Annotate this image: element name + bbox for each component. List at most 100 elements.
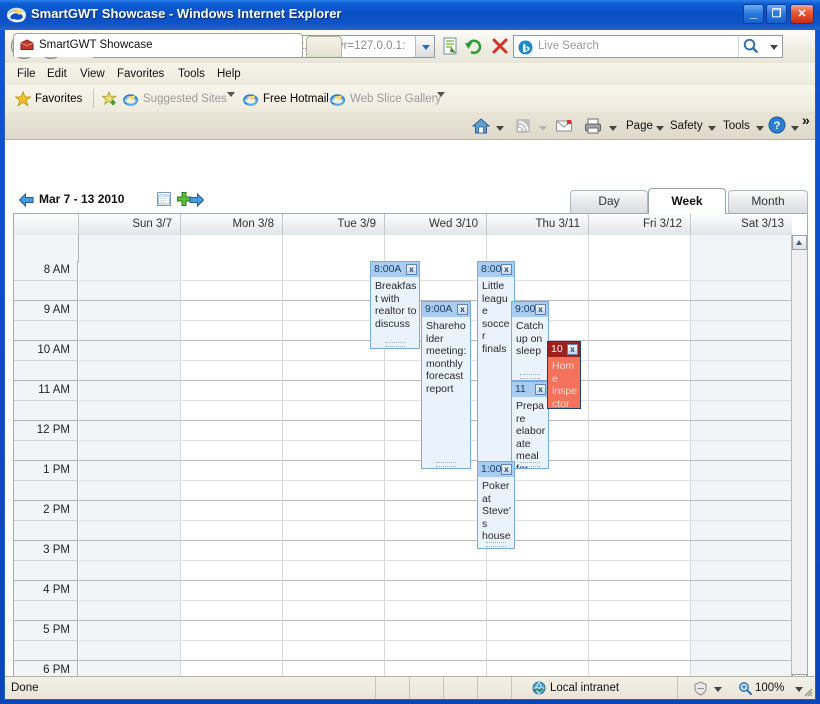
date-picker-button[interactable]: [157, 192, 171, 206]
time-slot-cell[interactable]: [181, 581, 283, 601]
event-close-icon[interactable]: x: [501, 464, 512, 475]
time-slot-cell[interactable]: [691, 621, 792, 641]
time-slot-cell[interactable]: [589, 441, 691, 461]
time-slot-cell[interactable]: [283, 621, 385, 641]
time-slot-cell[interactable]: [589, 601, 691, 621]
day-header-wed[interactable]: Wed 3/10: [385, 214, 487, 235]
time-slot-cell[interactable]: [691, 661, 792, 676]
time-slot-cell[interactable]: [79, 401, 181, 421]
time-slot-cell[interactable]: [283, 401, 385, 421]
time-slot-cell[interactable]: [79, 601, 181, 621]
time-slot-cell[interactable]: [589, 381, 691, 401]
help-dropdown-icon[interactable]: [791, 126, 799, 131]
time-slot-cell[interactable]: [181, 261, 283, 281]
tools-dropdown-icon[interactable]: [756, 126, 764, 131]
time-slot-cell[interactable]: [181, 361, 283, 381]
time-slot-cell[interactable]: [691, 481, 792, 501]
time-slot-cell[interactable]: [691, 461, 792, 481]
time-slot-cell[interactable]: [589, 421, 691, 441]
event-resize-grip[interactable]: [385, 342, 405, 347]
time-slot-cell[interactable]: [691, 541, 792, 561]
all-day-cell-wed[interactable]: [385, 235, 487, 261]
page-menu-button[interactable]: Page: [626, 116, 653, 136]
time-slot-cell[interactable]: [589, 661, 691, 676]
minimize-button[interactable]: _: [743, 4, 764, 24]
time-slot-cell[interactable]: [79, 541, 181, 561]
maximize-button[interactable]: ❐: [766, 4, 787, 24]
ev-inspection[interactable]: 10x Home inspector coming: [547, 341, 581, 409]
time-slot-cell[interactable]: [385, 581, 487, 601]
time-slot-cell[interactable]: [487, 661, 589, 676]
menu-view[interactable]: View: [74, 66, 111, 82]
print-button[interactable]: [583, 116, 605, 136]
time-slot-cell[interactable]: [691, 561, 792, 581]
event-close-icon[interactable]: x: [535, 304, 546, 315]
time-slot-cell[interactable]: [79, 381, 181, 401]
time-slot-cell[interactable]: [589, 321, 691, 341]
ev-shareholder[interactable]: 9:00A x Shareholder meeting: monthly forec…: [421, 301, 471, 469]
menu-favorites[interactable]: Favorites: [111, 66, 170, 82]
time-slot-cell[interactable]: [79, 461, 181, 481]
address-dropdown-button[interactable]: [415, 36, 434, 57]
time-slot-cell[interactable]: [385, 501, 487, 521]
page-dropdown-icon[interactable]: [656, 126, 664, 131]
time-slot-cell[interactable]: [181, 641, 283, 661]
time-slot-cell[interactable]: [283, 541, 385, 561]
time-slot-cell[interactable]: [79, 301, 181, 321]
time-slot-cell[interactable]: [385, 601, 487, 621]
time-slot-cell[interactable]: [691, 441, 792, 461]
time-slot-cell[interactable]: [589, 301, 691, 321]
time-slot-cell[interactable]: [181, 661, 283, 676]
time-slot-cell[interactable]: [385, 641, 487, 661]
all-day-cell-thu[interactable]: [487, 235, 589, 261]
time-slot-cell[interactable]: [691, 421, 792, 441]
time-slot-cell[interactable]: [691, 521, 792, 541]
day-header-sun[interactable]: Sun 3/7: [79, 214, 181, 235]
time-slot-cell[interactable]: [79, 621, 181, 641]
time-slot-cell[interactable]: [589, 541, 691, 561]
time-slot-cell[interactable]: [181, 281, 283, 301]
day-header-tue[interactable]: Tue 3/9: [283, 214, 385, 235]
time-slot-cell[interactable]: [79, 641, 181, 661]
time-slot-cell[interactable]: [691, 401, 792, 421]
time-slot-cell[interactable]: [283, 421, 385, 441]
menu-edit[interactable]: Edit: [41, 66, 73, 82]
previous-week-button[interactable]: [19, 193, 34, 207]
time-slot-cell[interactable]: [385, 481, 487, 501]
time-slot-cell[interactable]: [283, 381, 385, 401]
tab-month-view[interactable]: Month: [728, 190, 808, 213]
time-slot-cell[interactable]: [589, 621, 691, 641]
time-slot-cell[interactable]: [181, 341, 283, 361]
time-slot-cell[interactable]: [181, 501, 283, 521]
day-header-thu[interactable]: Thu 3/11: [487, 214, 589, 235]
search-bar[interactable]: Live Search: [513, 35, 783, 58]
search-options-dropdown[interactable]: [766, 36, 782, 57]
time-slot-cell[interactable]: [691, 641, 792, 661]
time-slot-cell[interactable]: [181, 601, 283, 621]
time-slot-cell[interactable]: [79, 521, 181, 541]
calendar-vertical-scrollbar[interactable]: [791, 235, 807, 676]
safety-menu-button[interactable]: Safety: [670, 116, 703, 136]
all-day-cell-sat[interactable]: [691, 235, 792, 261]
safety-dropdown-icon[interactable]: [708, 126, 716, 131]
time-slot-cell[interactable]: [487, 601, 589, 621]
time-slot-cell[interactable]: [283, 521, 385, 541]
stop-button[interactable]: [489, 35, 511, 58]
time-slot-cell[interactable]: [589, 401, 691, 421]
print-dropdown-icon[interactable]: [609, 126, 617, 131]
time-slot-cell[interactable]: [283, 581, 385, 601]
close-button[interactable]: ✕: [790, 4, 814, 24]
command-bar-overflow-button[interactable]: »: [802, 110, 810, 130]
time-slot-cell[interactable]: [691, 501, 792, 521]
time-slot-cell[interactable]: [79, 361, 181, 381]
event-close-icon[interactable]: x: [501, 264, 512, 275]
home-dropdown-icon[interactable]: [496, 126, 504, 131]
search-go-button[interactable]: [738, 36, 762, 57]
time-slot-cell[interactable]: [181, 401, 283, 421]
time-slot-cell[interactable]: [691, 341, 792, 361]
event-resize-grip[interactable]: [520, 462, 540, 467]
time-slot-cell[interactable]: [283, 601, 385, 621]
time-slot-cell[interactable]: [691, 601, 792, 621]
day-header-mon[interactable]: Mon 3/8: [181, 214, 283, 235]
tab-week-view[interactable]: Week: [648, 188, 726, 214]
